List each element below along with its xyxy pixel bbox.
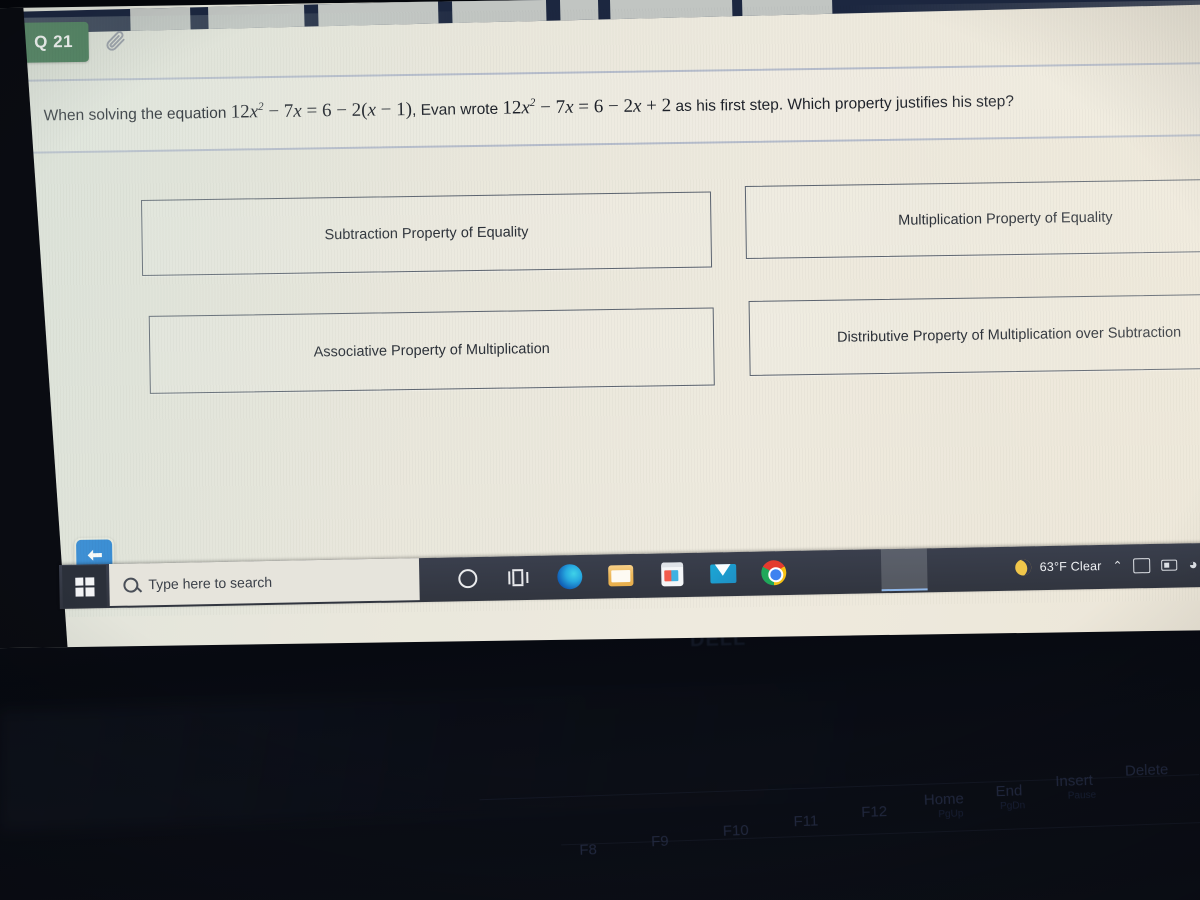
key-f12[interactable]: F12 (861, 803, 887, 821)
key-home[interactable]: Home (924, 790, 965, 808)
option-label: Associative Property of Multiplication (313, 340, 550, 361)
active-app-highlight (880, 548, 928, 592)
key-insert-sub: Pause (1067, 789, 1097, 802)
key-end[interactable]: End (995, 782, 1022, 800)
chrome-icon[interactable] (760, 559, 788, 587)
option-associative-property[interactable]: Associative Property of Multiplication (148, 307, 715, 394)
search-placeholder: Type here to search (148, 573, 273, 593)
windows-logo-icon (74, 576, 95, 597)
key-f8[interactable]: F8 (579, 841, 597, 859)
question-middle: , Evan wrote (411, 100, 503, 119)
mail-icon[interactable] (709, 560, 737, 588)
microsoft-store-icon[interactable] (658, 560, 686, 588)
answer-options: Subtraction Property of Equality Multipl… (3, 170, 1200, 394)
key-insert[interactable]: Insert (1055, 772, 1093, 790)
key-delete[interactable]: Delete (1125, 761, 1169, 780)
chevron-up-icon[interactable]: ⌃ (1112, 559, 1122, 573)
key-f11[interactable]: F11 (793, 812, 818, 830)
key-end-sub: PgDn (999, 800, 1026, 813)
option-distributive-property[interactable]: Distributive Property of Multiplication … (748, 293, 1200, 376)
question-panel: When solving the equation 12x2 − 7x = 6 … (23, 62, 1200, 154)
moon-icon (1015, 559, 1032, 576)
option-label: Multiplication Property of Equality (898, 209, 1113, 229)
arrow-left-icon (87, 549, 102, 561)
wifi-icon[interactable]: ◕ (1188, 556, 1197, 573)
equation-step: 12x2 − 7x = 6 − 2x + 2 (502, 95, 672, 119)
search-input[interactable]: Type here to search (108, 558, 420, 607)
question-prefix: When solving the equation (43, 104, 231, 125)
file-explorer-icon[interactable] (607, 561, 635, 589)
search-icon (123, 576, 139, 593)
key-f10[interactable]: F10 (723, 822, 749, 840)
paperclip-icon[interactable] (103, 29, 127, 53)
option-label: Distributive Property of Multiplication … (836, 324, 1182, 346)
option-multiplication-property[interactable]: Multiplication Property of Equality (744, 178, 1200, 260)
question-suffix: as his first step. Which property justif… (671, 93, 1015, 116)
key-home-sub: PgUp (938, 808, 964, 821)
option-label: Subtraction Property of Equality (324, 224, 529, 244)
battery-icon[interactable] (1161, 559, 1178, 571)
weather-text: 63°F Clear (1039, 558, 1102, 575)
edge-icon[interactable] (556, 562, 584, 590)
screenshot-root: DELL F8 F9 F10 F11 F12 Home PgUp End PgD… (0, 0, 1200, 900)
cortana-icon[interactable] (454, 564, 482, 592)
weather-widget[interactable]: 63°F Clear (1015, 558, 1102, 576)
question-text: When solving the equation 12x2 − 7x = 6 … (44, 86, 1200, 127)
option-subtraction-property[interactable]: Subtraction Property of Equality (140, 191, 713, 276)
equation-original: 12x2 − 7x = 6 − 2(x − 1) (230, 98, 413, 123)
task-view-icon[interactable] (505, 563, 533, 591)
system-tray: 63°F Clear ⌃ ◕ ♪ (1015, 543, 1200, 589)
start-button[interactable] (62, 565, 107, 608)
onedrive-icon[interactable] (1133, 557, 1151, 573)
key-f9[interactable]: F9 (651, 833, 669, 851)
edcite-question-page: Q 21 When solving the equation 12x2 − 7x… (0, 0, 1200, 618)
question-number-badge: Q 21 (18, 21, 89, 63)
taskbar-app-icons (454, 551, 788, 599)
